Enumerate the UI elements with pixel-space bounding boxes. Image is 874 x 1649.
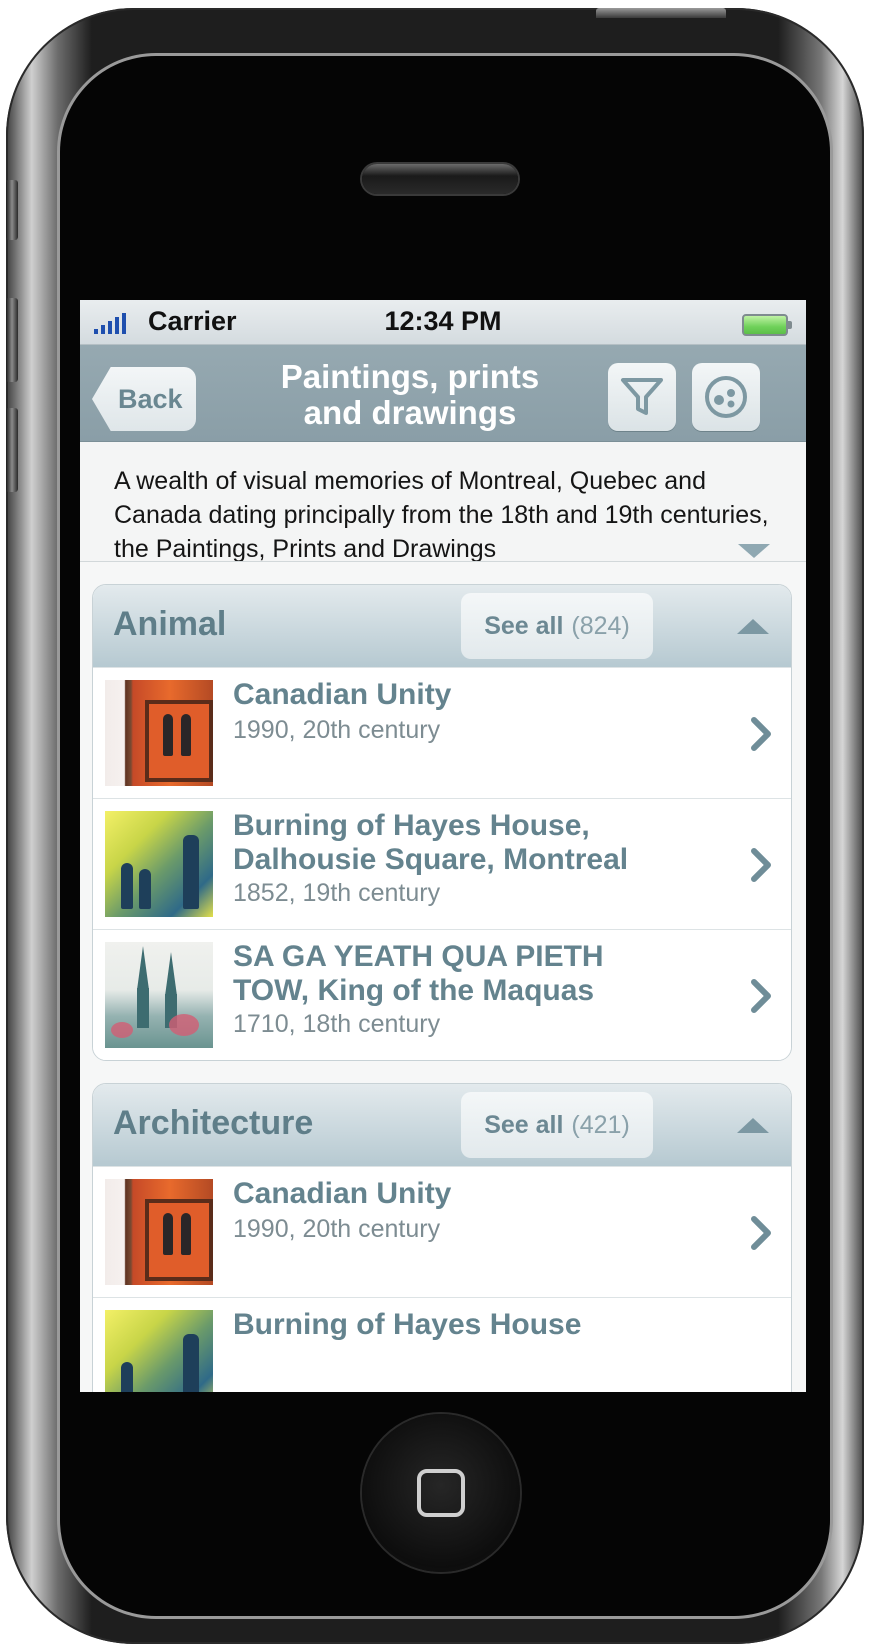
options-icon [705,376,747,418]
section-header[interactable]: Animal See all (824) [93,585,791,667]
artwork-thumbnail [105,680,213,786]
artwork-thumbnail [105,1179,213,1285]
status-bar: Carrier 12:34 PM [80,300,806,345]
item-title: Canadian Unity [233,678,452,711]
chevron-right-icon [751,848,771,882]
see-all-label: See all [484,1110,564,1139]
item-count: (421) [571,1110,630,1139]
app-screen: Carrier 12:34 PM Back Paintings, prints … [80,300,806,1392]
list-item[interactable]: Canadian Unity 1990, 20th century [93,1166,791,1297]
chevron-right-icon [751,1216,771,1250]
item-date: 1990, 20th century [233,1215,441,1243]
category-list: Animal See all (824) Canadian Unity 1990… [80,562,806,1392]
see-all-button[interactable]: See all (824) [461,593,653,659]
category-section-architecture: Architecture See all (421) Canadian Unit… [92,1083,792,1392]
expand-description-icon[interactable] [738,544,770,558]
collapse-arrow-icon[interactable] [737,619,769,634]
back-button[interactable]: Back [92,367,196,431]
artwork-thumbnail [105,811,213,917]
page-title-line-1: Paintings, prints [280,358,540,395]
options-button[interactable] [692,363,760,431]
status-time: 12:34 PM [384,306,502,336]
filter-button[interactable] [608,363,676,431]
collection-description: A wealth of visual memories of Montreal,… [80,442,806,562]
see-all-label: See all [484,611,564,640]
home-button[interactable] [362,1414,520,1572]
section-title: Architecture [113,1104,314,1142]
mute-switch [6,180,18,240]
earpiece-speaker [362,164,518,194]
item-date: 1710, 18th century [233,1010,441,1038]
collapse-arrow-icon[interactable] [737,1118,769,1133]
item-title: SA GA YEATH QUA PIETH TOW, King of the M… [233,940,604,1007]
battery-icon [742,314,792,336]
artwork-thumbnail [105,1310,213,1392]
description-text: A wealth of visual memories of Montreal,… [114,467,769,562]
page-title-line-2: and drawings [303,394,517,431]
volume-down-button [6,408,18,492]
chevron-right-icon [751,717,771,751]
see-all-button[interactable]: See all (421) [461,1092,653,1158]
item-title: Burning of Hayes House [233,1308,582,1341]
category-section-animal: Animal See all (824) Canadian Unity 1990… [92,584,792,1061]
item-title: Burning of Hayes House, Dalhousie Square… [233,809,629,876]
list-item[interactable]: Canadian Unity 1990, 20th century [93,667,791,798]
item-date: 1990, 20th century [233,716,441,744]
item-title: Canadian Unity [233,1177,452,1210]
list-item[interactable]: Burning of Hayes House, Dalhousie Square… [93,798,791,929]
chevron-right-icon [751,979,771,1013]
list-item[interactable]: SA GA YEATH QUA PIETH TOW, King of the M… [93,929,791,1060]
section-title: Animal [113,605,227,643]
item-count: (824) [571,611,630,640]
home-square-icon [417,1469,465,1517]
page-title: Paintings, prints and drawings [250,359,570,431]
volume-up-button [6,298,18,382]
filter-icon [621,378,663,415]
sleep-button [596,8,726,18]
artwork-thumbnail [105,942,213,1048]
list-item[interactable]: Burning of Hayes House [93,1297,791,1392]
navigation-bar: Back Paintings, prints and drawings [80,345,806,442]
section-header[interactable]: Architecture See all (421) [93,1084,791,1166]
item-date: 1852, 19th century [233,879,441,907]
